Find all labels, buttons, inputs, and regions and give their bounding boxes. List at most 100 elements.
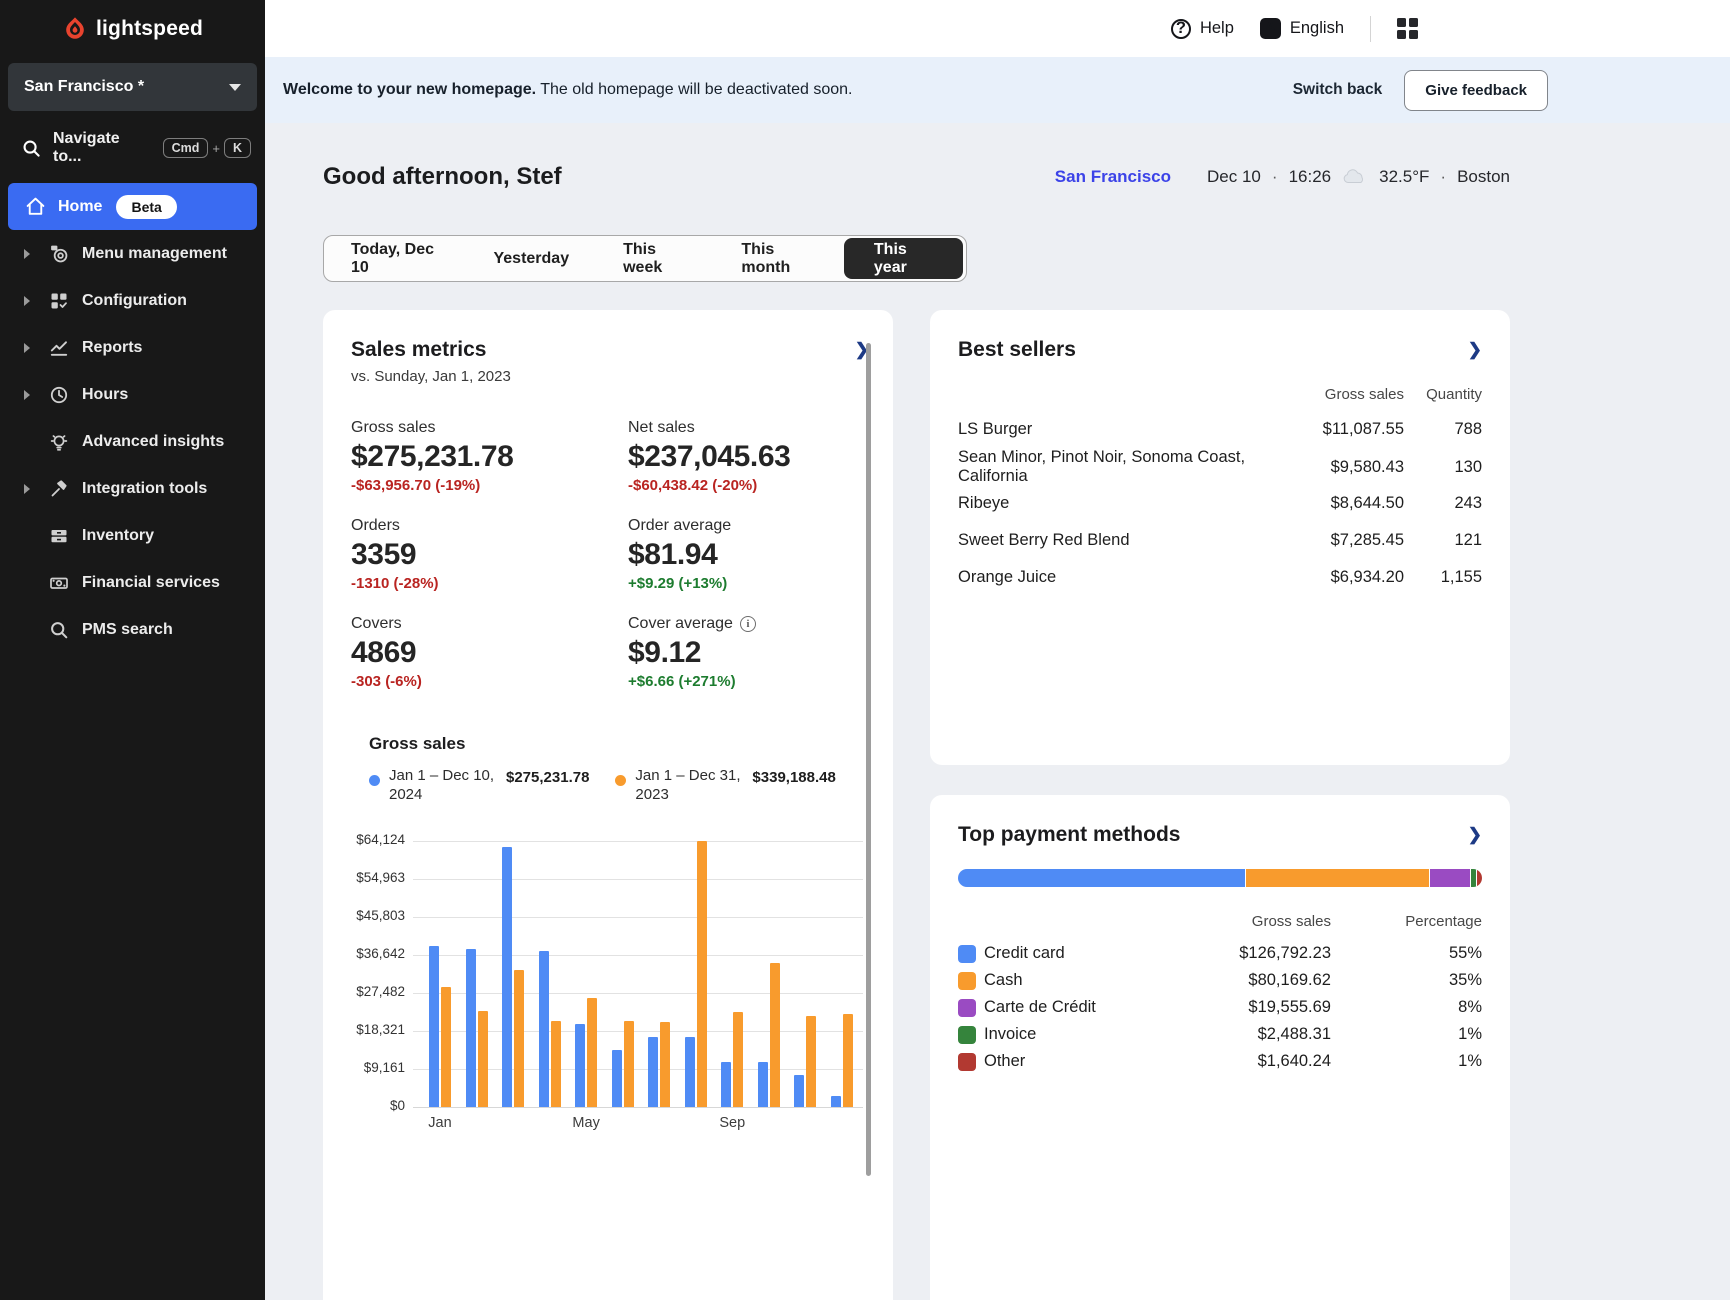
language-icon: A [1260,18,1281,39]
sidebar-item-advanced-insights[interactable]: Advanced insights [0,418,265,465]
sidebar-item-configuration[interactable]: Configuration [0,277,265,324]
credit-card-swatch [958,945,976,963]
tab-this-year[interactable]: This year [844,238,963,279]
bar-jul[interactable] [660,1022,670,1107]
chart-legend: Jan 1 – Dec 10, 2024 $275,231.78 Jan 1 –… [369,767,869,805]
bar-sep[interactable] [733,1012,743,1107]
legend-entry-2024: Jan 1 – Dec 10, 2024 $275,231.78 [369,767,589,805]
other-swatch [958,1053,976,1071]
page-greeting: Good afternoon, Stef [323,163,562,191]
sidebar-item-reports[interactable]: Reports [0,324,265,371]
metric-cover-average: Cover averagei $9.12 +$6.66 (+271%) [628,615,869,690]
bar-oct[interactable] [770,963,780,1107]
bar-may[interactable] [587,998,597,1107]
give-feedback-button[interactable]: Give feedback [1404,70,1548,111]
payment-segment-other[interactable] [1477,869,1482,887]
payment-segment-carte-de-cr-dit[interactable] [1430,869,1472,887]
bar-jul[interactable] [648,1037,658,1107]
payment-segment-cash[interactable] [1246,869,1429,887]
bar-aug[interactable] [697,841,707,1107]
tab-this-month[interactable]: This month [714,236,841,281]
invoice-swatch [958,1026,976,1044]
bar-may[interactable] [575,1024,585,1107]
location-selector[interactable]: San Francisco * [8,63,257,111]
location-weather-meta: San Francisco Dec 10 · 16:26 32.5°F · Bo… [1055,167,1510,187]
metric-gross-sales: Gross sales $275,231.78 -$63,956.70 (-19… [351,419,628,494]
sidebar-item-pms-search[interactable]: PMS search [0,606,265,653]
tab-this-week[interactable]: This week [596,236,714,281]
sidebar-item-financial-services[interactable]: Financial services [0,559,265,606]
bar-group-jul [644,841,674,1107]
bar-apr[interactable] [551,1021,561,1107]
payment-segment-credit-card[interactable] [958,869,1246,887]
bar-feb[interactable] [466,949,476,1107]
best-sellers-chevron-icon[interactable]: ❯ [1468,338,1482,358]
best-sellers-header: Gross sales Quantity [958,386,1482,403]
language-selector[interactable]: A English [1260,18,1344,39]
bar-oct[interactable] [758,1062,768,1107]
bar-group-oct [754,841,784,1107]
bar-nov[interactable] [806,1016,816,1107]
sidebar-item-integration-tools[interactable]: Integration tools [0,465,265,512]
legend-entry-2023: Jan 1 – Dec 31, 2023 $339,188.48 [615,767,835,805]
y-axis-tick: $64,124 [351,832,405,847]
bar-dec[interactable] [831,1096,841,1107]
bar-sep[interactable] [721,1062,731,1107]
payment-method-row: Invoice$2,488.311% [958,1021,1482,1048]
info-icon[interactable]: i [740,616,756,632]
weather-cloud-icon [1342,167,1368,187]
bar-dec[interactable] [843,1014,853,1107]
bar-jun[interactable] [612,1050,622,1107]
banner-message: Welcome to your new homepage. The old ho… [283,81,1293,99]
sidebar-nav: Home Beta Menu management Configuration [0,183,265,653]
bar-group-apr [535,841,565,1107]
sales-metrics-title: Sales metrics [351,338,511,362]
metric-covers: Covers 4869 -303 (-6%) [351,615,628,690]
tab-yesterday[interactable]: Yesterday [466,236,596,281]
sidebar-item-label: Home [58,198,102,216]
y-axis-tick: $45,803 [351,908,405,923]
y-axis-tick: $0 [351,1098,405,1113]
bar-mar[interactable] [514,970,524,1107]
bar-apr[interactable] [539,951,549,1107]
location-link[interactable]: San Francisco [1055,167,1171,187]
menu-management-icon [48,243,70,264]
payment-method-row: Credit card$126,792.2355% [958,940,1482,967]
app-launcher-icon[interactable] [1397,18,1418,39]
y-axis-tick: $36,642 [351,946,405,961]
switch-back-button[interactable]: Switch back [1293,81,1383,99]
time-label: 16:26 [1289,167,1332,187]
bar-jun[interactable] [624,1021,634,1107]
y-axis-tick: $27,482 [351,984,405,999]
expand-caret-icon [24,296,38,306]
best-seller-row: Ribeye$8,644.50243 [958,485,1482,522]
bar-aug[interactable] [685,1037,695,1107]
payment-methods-stacked-bar [958,869,1482,887]
bar-mar[interactable] [502,847,512,1107]
location-selector-label: San Francisco * [24,78,144,96]
best-seller-row: LS Burger$11,087.55788 [958,411,1482,448]
k-key: K [224,138,251,158]
bar-jan[interactable] [429,946,439,1107]
help-button[interactable]: ? Help [1171,19,1234,39]
sidebar-item-inventory[interactable]: Inventory [0,512,265,559]
bar-jan[interactable] [441,987,451,1107]
integration-tools-icon [48,479,70,499]
navigate-search[interactable]: Navigate to... Cmd + K [0,125,265,171]
sidebar-item-home[interactable]: Home Beta [8,183,257,230]
tab-today[interactable]: Today, Dec 10 [324,236,466,281]
sidebar-item-menu-management[interactable]: Menu management [0,230,265,277]
bar-feb[interactable] [478,1011,488,1107]
language-label: English [1290,19,1344,38]
sidebar-item-hours[interactable]: Hours [0,371,265,418]
keyboard-shortcut: Cmd + K [163,138,251,158]
payment-methods-chevron-icon[interactable]: ❯ [1468,823,1482,843]
bar-nov[interactable] [794,1075,804,1107]
payment-method-row: Cash$80,169.6235% [958,967,1482,994]
topbar-divider [1370,16,1371,42]
cmd-key: Cmd [163,138,209,158]
best-seller-row: Sean Minor, Pinot Noir, Sonoma Coast, Ca… [958,448,1482,485]
beta-badge: Beta [116,195,176,219]
legend-dot-2024 [369,775,380,786]
temperature-label: 32.5°F [1379,167,1429,187]
